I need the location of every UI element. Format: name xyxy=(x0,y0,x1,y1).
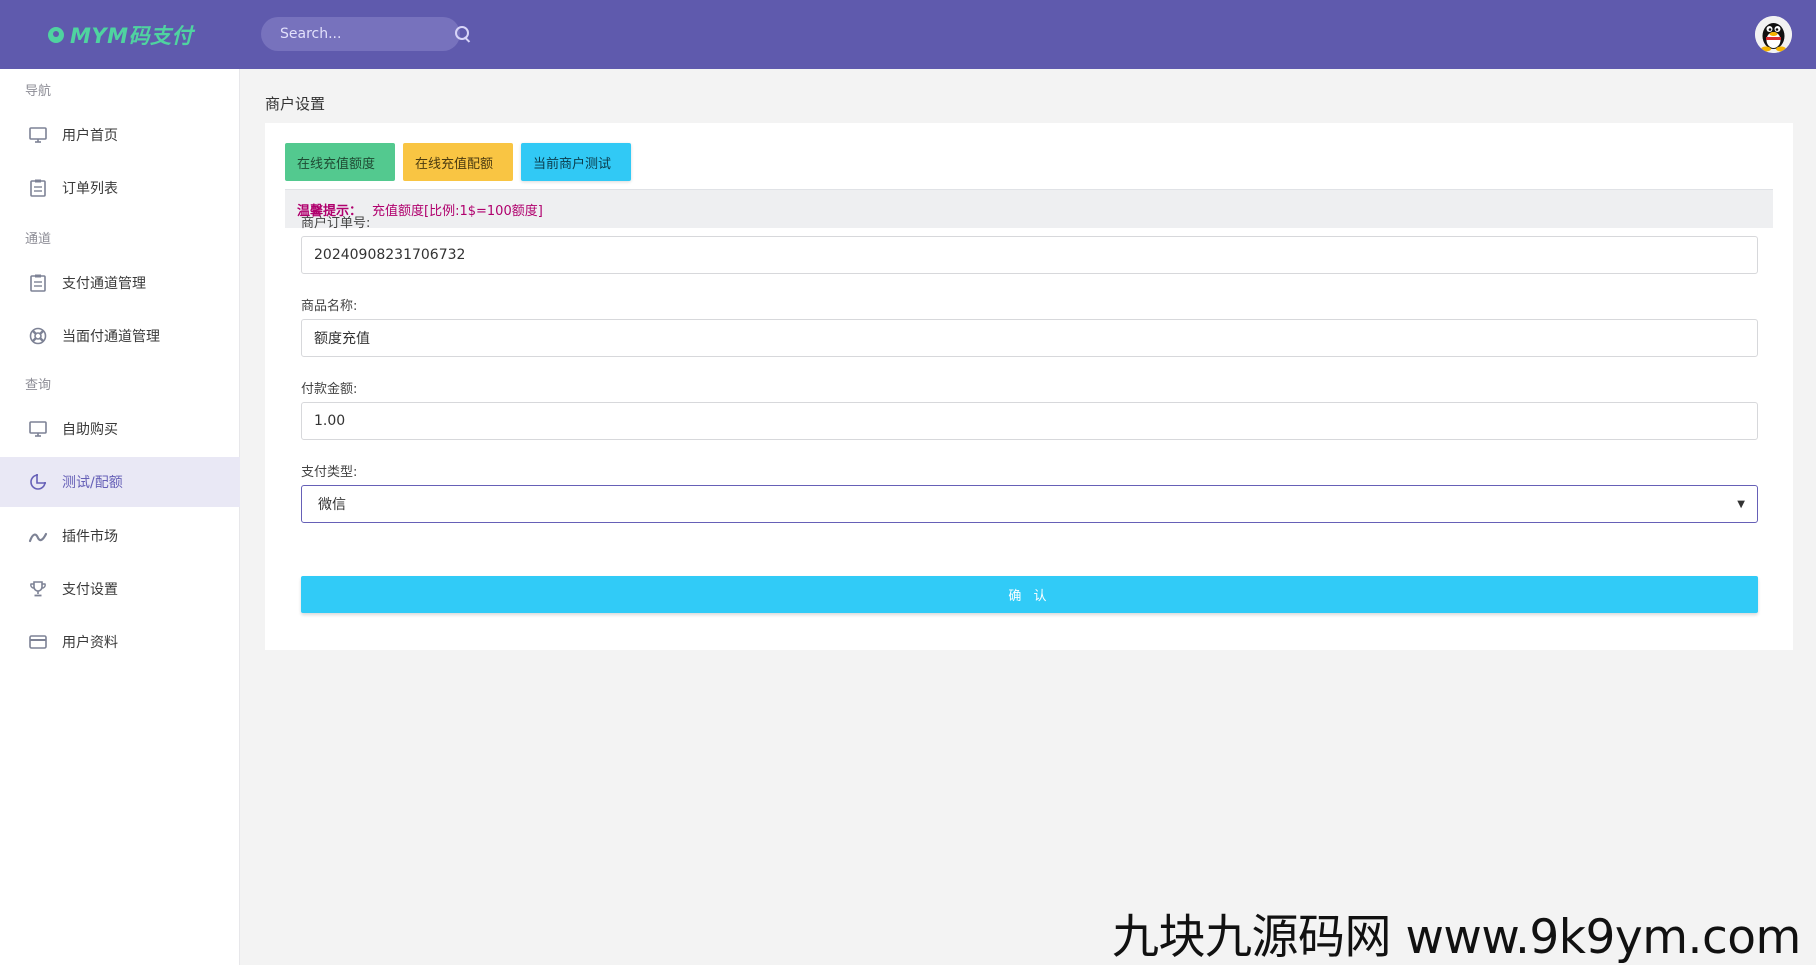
sidebar-item-pay-settings[interactable]: 支付设置 xyxy=(0,564,240,614)
sidebar-item-label: 支付通道管理 xyxy=(62,276,146,292)
watermark-text: 九块九源码网 www.9k9ym.com xyxy=(1112,910,1801,965)
pay-type-select[interactable]: 微信 ▼ xyxy=(301,485,1758,523)
sidebar-item-plugin-market[interactable]: 插件市场 xyxy=(0,511,240,561)
sidebar-item-label: 用户资料 xyxy=(62,635,118,651)
order-no-value: 20240908231706732 xyxy=(314,247,466,263)
search-input[interactable] xyxy=(280,26,454,42)
product-name-label: 商品名称: xyxy=(301,299,358,314)
clipboard-icon xyxy=(28,178,48,198)
card-icon xyxy=(28,632,48,652)
sidebar-item-label: 支付设置 xyxy=(62,582,118,598)
clipboard-icon xyxy=(28,273,48,293)
sidebar-item-label: 用户首页 xyxy=(62,128,118,144)
sidebar-section-channel: 通道 xyxy=(25,232,52,247)
lifebuoy-icon xyxy=(28,326,48,346)
app-title: MYM码支付 xyxy=(70,24,194,48)
tab-merchant-test[interactable]: 当前商户测试 xyxy=(521,143,631,181)
monitor-icon xyxy=(28,419,48,439)
notice-text: 充值额度[比例:1$=100额度] xyxy=(372,203,543,219)
sidebar-item-test-quota[interactable]: 测试/配额 xyxy=(0,457,240,507)
product-name-field[interactable]: 额度充值 xyxy=(301,319,1758,357)
logo-icon xyxy=(48,27,64,43)
sidebar: 导航 用户首页 订单列表 通道 支付通道管理 当面付通道管理 查询 自助购买 测… xyxy=(0,69,240,965)
product-name-value: 额度充值 xyxy=(314,331,370,347)
app-logo[interactable]: MYM码支付 xyxy=(48,20,228,50)
sidebar-section-nav: 导航 xyxy=(25,84,52,99)
pie-chart-icon xyxy=(28,472,48,492)
order-no-field[interactable]: 20240908231706732 xyxy=(301,236,1758,274)
avatar[interactable] xyxy=(1755,16,1792,53)
notice-banner: 温馨提示： 充值额度[比例:1$=100额度] xyxy=(285,189,1773,228)
top-bar: MYM码支付 xyxy=(0,0,1816,69)
sidebar-item-label: 插件市场 xyxy=(62,529,118,545)
pay-type-value: 微信 xyxy=(318,497,346,513)
sidebar-item-user-profile[interactable]: 用户资料 xyxy=(0,617,240,667)
search-box xyxy=(261,17,469,51)
sidebar-item-channel-manage[interactable]: 支付通道管理 xyxy=(0,258,240,308)
order-no-label: 商户订单号: xyxy=(301,216,371,231)
trophy-icon xyxy=(28,579,48,599)
penguin-avatar-icon xyxy=(1755,16,1792,53)
tab-online-recharge-amount[interactable]: 在线充值额度 xyxy=(285,143,395,181)
sidebar-item-label: 测试/配额 xyxy=(62,475,123,491)
pay-type-label: 支付类型: xyxy=(301,465,358,480)
monitor-icon xyxy=(28,125,48,145)
merchant-settings-card: 在线充值额度 在线充值配额 当前商户测试 温馨提示： 充值额度[比例:1$=10… xyxy=(265,123,1793,650)
amount-value: 1.00 xyxy=(314,413,346,429)
sidebar-item-label: 自助购买 xyxy=(62,422,118,438)
tab-online-recharge-quota[interactable]: 在线充值配额 xyxy=(403,143,513,181)
wave-icon xyxy=(28,526,48,546)
amount-label: 付款金额: xyxy=(301,382,358,397)
sidebar-item-self-purchase[interactable]: 自助购买 xyxy=(0,404,240,454)
sidebar-item-label: 当面付通道管理 xyxy=(62,329,160,345)
confirm-button[interactable]: 确 认 xyxy=(301,576,1758,613)
amount-field[interactable]: 1.00 xyxy=(301,402,1758,440)
sidebar-item-label: 订单列表 xyxy=(62,181,118,197)
sidebar-item-user-home[interactable]: 用户首页 xyxy=(0,110,240,160)
page-title: 商户设置 xyxy=(265,95,326,113)
sidebar-section-query: 查询 xyxy=(25,378,52,393)
chevron-down-icon: ▼ xyxy=(1737,498,1745,510)
sidebar-item-order-list[interactable]: 订单列表 xyxy=(0,163,240,213)
sidebar-item-f2f-channel[interactable]: 当面付通道管理 xyxy=(0,311,240,361)
